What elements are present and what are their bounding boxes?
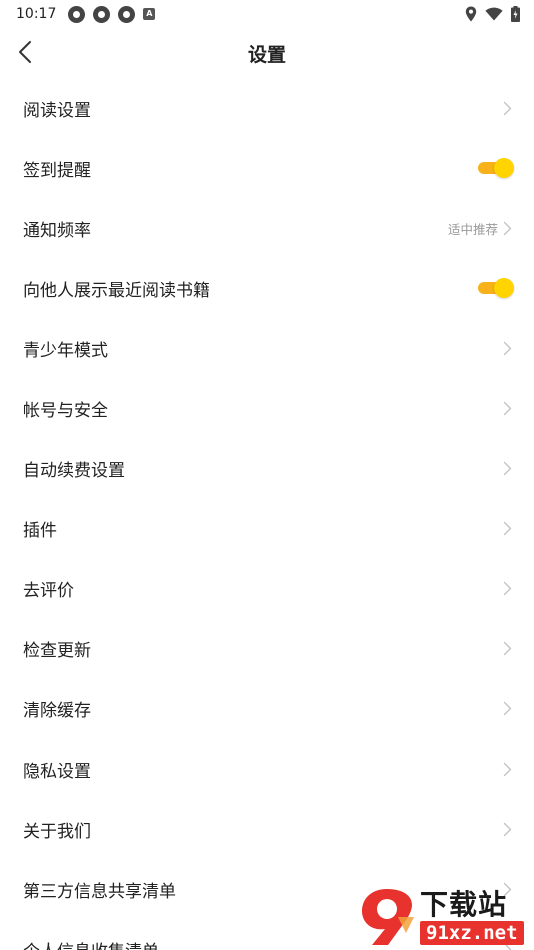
settings-row-label: 自动续费设置 bbox=[23, 461, 125, 482]
nav-bar: 设置 bbox=[0, 28, 534, 76]
watermark-domain: 91xz.net bbox=[420, 921, 524, 945]
watermark: 下载站 91xz.net bbox=[358, 886, 530, 948]
settings-row-label: 去评价 bbox=[23, 581, 74, 602]
chevron-right-icon bbox=[503, 341, 511, 356]
chevron-right bbox=[502, 401, 512, 417]
chevron-right bbox=[502, 220, 512, 236]
settings-row[interactable]: 阅读设置 bbox=[0, 78, 534, 138]
settings-row[interactable]: 签到提醒 bbox=[0, 138, 534, 198]
watermark-logo bbox=[362, 889, 414, 945]
watermark-title: 下载站 bbox=[420, 888, 508, 921]
settings-row-label: 插件 bbox=[23, 521, 57, 542]
app-notification-icon bbox=[93, 5, 111, 23]
battery-icon bbox=[511, 6, 520, 22]
status-time: 10:17 bbox=[16, 6, 57, 22]
settings-row[interactable]: 关于我们 bbox=[0, 799, 534, 859]
chevron-right-icon bbox=[503, 762, 511, 776]
settings-row[interactable]: 插件 bbox=[0, 499, 534, 559]
chevron-right bbox=[502, 761, 512, 777]
wifi-icon bbox=[485, 7, 503, 21]
chevron-right bbox=[502, 821, 512, 837]
settings-row[interactable]: 隐私设置 bbox=[0, 739, 534, 799]
settings-row[interactable]: 检查更新 bbox=[0, 619, 534, 679]
settings-row[interactable]: 向他人展示最近阅读书籍 bbox=[0, 258, 534, 318]
settings-row-label: 帐号与安全 bbox=[23, 401, 108, 422]
settings-row-label: 隐私设置 bbox=[23, 761, 91, 782]
chevron-right bbox=[502, 581, 512, 597]
toggle-knob bbox=[494, 278, 514, 299]
chevron-right-icon bbox=[503, 401, 511, 416]
chevron-right-icon bbox=[503, 101, 511, 115]
settings-row-label: 清除缓存 bbox=[23, 701, 91, 722]
chevron-right bbox=[502, 100, 512, 116]
location-icon bbox=[465, 6, 477, 22]
settings-list: 阅读设置签到提醒通知频率 适中推荐向他人展示最近阅读书籍 青少年模式帐号与安全自动续… bbox=[0, 78, 534, 950]
settings-row-label: 关于我们 bbox=[23, 821, 91, 842]
toggle-knob bbox=[494, 158, 514, 179]
chevron-right-icon bbox=[503, 522, 511, 536]
notification-icons: A bbox=[68, 5, 156, 23]
chevron-right bbox=[502, 521, 512, 537]
page-title: 设置 bbox=[247, 44, 286, 66]
settings-row[interactable]: 通知频率 适中推荐 bbox=[0, 198, 534, 258]
toggle-switch[interactable] bbox=[476, 277, 514, 299]
settings-row-label: 阅读设置 bbox=[23, 100, 91, 121]
settings-row[interactable]: 清除缓存 bbox=[0, 679, 534, 739]
settings-row-label: 签到提醒 bbox=[23, 160, 91, 181]
settings-row[interactable]: 自动续费设置 bbox=[0, 439, 534, 499]
settings-row-label: 通知频率 bbox=[23, 220, 91, 241]
settings-row-label: 青少年模式 bbox=[23, 340, 108, 361]
chevron-right bbox=[502, 701, 512, 717]
settings-row[interactable]: 帐号与安全 bbox=[0, 378, 534, 438]
a-badge-icon: A bbox=[143, 8, 156, 20]
settings-row-label: 向他人展示最近阅读书籍 bbox=[23, 280, 210, 301]
system-icons bbox=[465, 6, 520, 22]
chevron-right-icon bbox=[503, 822, 511, 836]
chevron-right-icon bbox=[503, 582, 511, 596]
app-notification-icon bbox=[118, 5, 136, 23]
chevron-right bbox=[502, 461, 512, 477]
settings-row-value: 适中推荐 bbox=[447, 221, 498, 237]
chevron-right-icon bbox=[503, 702, 511, 716]
toggle-switch[interactable] bbox=[476, 157, 514, 179]
chevron-right bbox=[502, 641, 512, 657]
app-notification-icon bbox=[68, 5, 86, 23]
settings-row[interactable]: 青少年模式 bbox=[0, 318, 534, 378]
chevron-right-icon bbox=[503, 221, 511, 235]
settings-row-label: 检查更新 bbox=[23, 641, 91, 662]
chevron-right-icon bbox=[503, 642, 511, 656]
chevron-right-icon bbox=[503, 461, 511, 476]
status-bar: 10:17 A bbox=[0, 0, 534, 28]
settings-row[interactable]: 去评价 bbox=[0, 559, 534, 619]
chevron-right bbox=[502, 340, 512, 356]
